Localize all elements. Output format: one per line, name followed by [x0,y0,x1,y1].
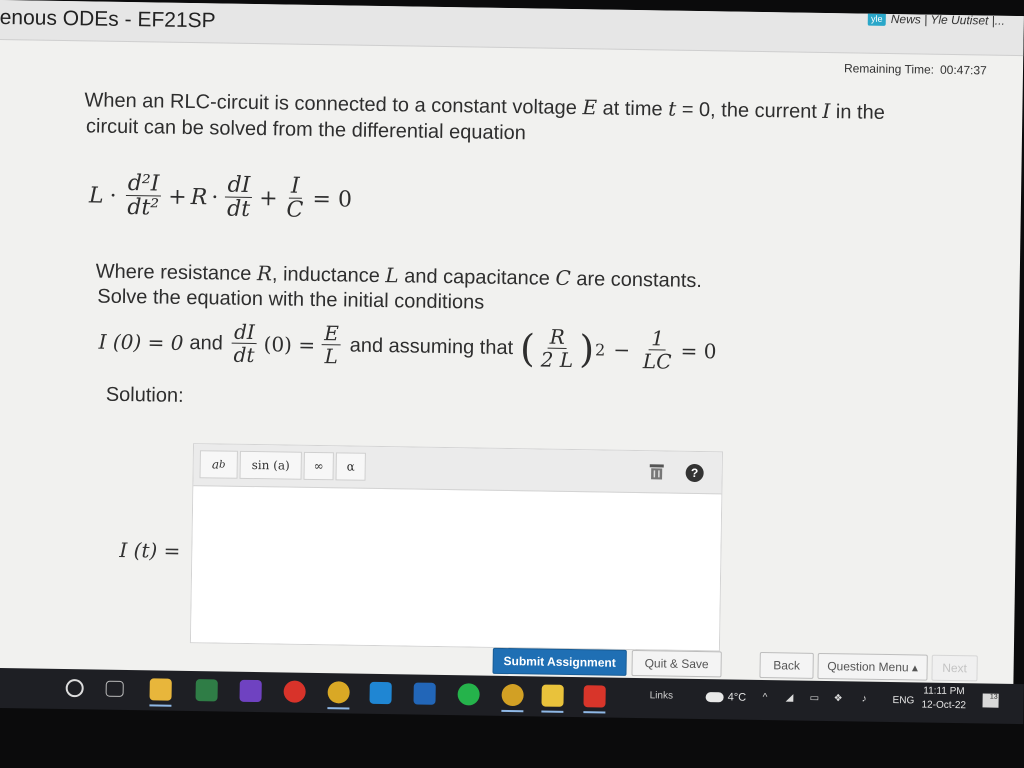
remaining-time: Remaining Time: 00:47:37 [844,61,987,77]
mail-icon[interactable] [413,682,436,705]
clock[interactable]: 11:11 PM 12-Oct-22 [921,684,966,713]
back-button[interactable]: Back [759,652,814,679]
var-I: I [822,98,831,124]
notifications-icon[interactable]: 13 [982,693,999,708]
wifi-icon[interactable]: ◢ [786,692,794,703]
initial-conditions: I (0) = 0 and dI dt (0) = E L and assumi… [98,319,717,374]
window-title[interactable]: enous ODEs - EF21SP [0,6,216,33]
visual-studio-icon[interactable] [239,679,262,703]
one-over-LC-fraction: 1 LC [642,326,672,374]
var-t: t [668,96,677,121]
language-indicator[interactable]: ENG [893,695,915,706]
volume-icon[interactable]: ♪ [862,694,867,705]
spreadsheet-icon[interactable] [195,679,218,702]
infinity-button[interactable]: ∞ [303,451,334,481]
editor-toolbar: ab sin (a) ∞ α ? [193,444,722,495]
answer-input[interactable] [190,487,722,651]
R-over-2L-fraction: R 2 L [540,324,574,373]
remaining-time-value: 00:47:37 [939,62,987,78]
search-icon[interactable] [65,679,84,698]
greek-alpha-button[interactable]: α [335,452,366,481]
bookmark-cpp[interactable]: (14) C++ FOR BEGI... [766,0,884,14]
links-toolbar[interactable]: Links [650,690,674,701]
task-view-icon[interactable] [105,680,124,697]
next-button[interactable]: Next [931,654,978,682]
remaining-time-label: Remaining Time: [843,61,935,77]
first-derivative-fraction: dI dt [225,172,253,223]
dropbox-icon[interactable]: ❖ [834,693,843,704]
acrobat-icon[interactable] [583,685,606,714]
bookmark-yle[interactable]: yle News | Yle Uutiset |... [867,11,1005,28]
temperature: 4°C [727,691,747,704]
submit-assignment-button[interactable]: Submit Assignment [492,647,627,676]
browser-tab-bar: enous ODEs - EF21SP (14) C++ FOR BEGI...… [0,0,1024,57]
clock-time: 11:11 PM [923,685,965,698]
second-derivative-fraction: d²I dt² [125,171,162,221]
opera-icon[interactable] [283,680,306,703]
battery-icon[interactable]: ▭ [810,693,820,704]
yle-icon: yle [867,11,886,26]
vscode-icon[interactable] [369,681,392,705]
clock-date: 12-Oct-22 [921,699,967,712]
problem-intro-line2: circuit can be solved from the different… [85,115,527,145]
var-E: E [582,95,598,120]
quit-save-button[interactable]: Quit & Save [631,650,722,678]
solve-line: Solve the equation with the initial cond… [97,285,485,314]
sin-function-button[interactable]: sin (a) [239,450,302,480]
browser-screen: enous ODEs - EF21SP (14) C++ FOR BEGI...… [0,0,1024,716]
file-explorer-icon[interactable] [149,678,172,707]
chrome-profile-icon[interactable] [501,683,524,713]
answer-label: I (t) = [119,537,181,563]
help-icon[interactable]: ? [685,463,704,483]
dI-dt-fraction: dI dt [231,319,257,368]
math-answer-editor: ab sin (a) ∞ α ? [189,443,723,652]
question-menu-button[interactable]: Question Menu ▴ [817,652,928,681]
capacitor-term-fraction: I C [286,173,304,223]
superscript-button[interactable]: ab [199,450,238,479]
chevron-up-icon[interactable]: ^ [763,692,768,703]
solution-label: Solution: [105,383,184,407]
checkmark-app-icon[interactable] [541,684,564,713]
differential-equation: L · d²I dt² + R · dI dt + I C = 0 [88,171,353,223]
E-over-L-fraction: E L [322,321,342,369]
whatsapp-icon[interactable] [457,683,480,706]
cloud-icon [705,692,724,703]
bookmark-yle-label: News | Yle Uutiset |... [890,11,1005,28]
weather-widget[interactable]: 4°C [705,691,747,704]
trash-icon[interactable] [649,463,665,480]
chrome-icon[interactable] [327,681,350,710]
